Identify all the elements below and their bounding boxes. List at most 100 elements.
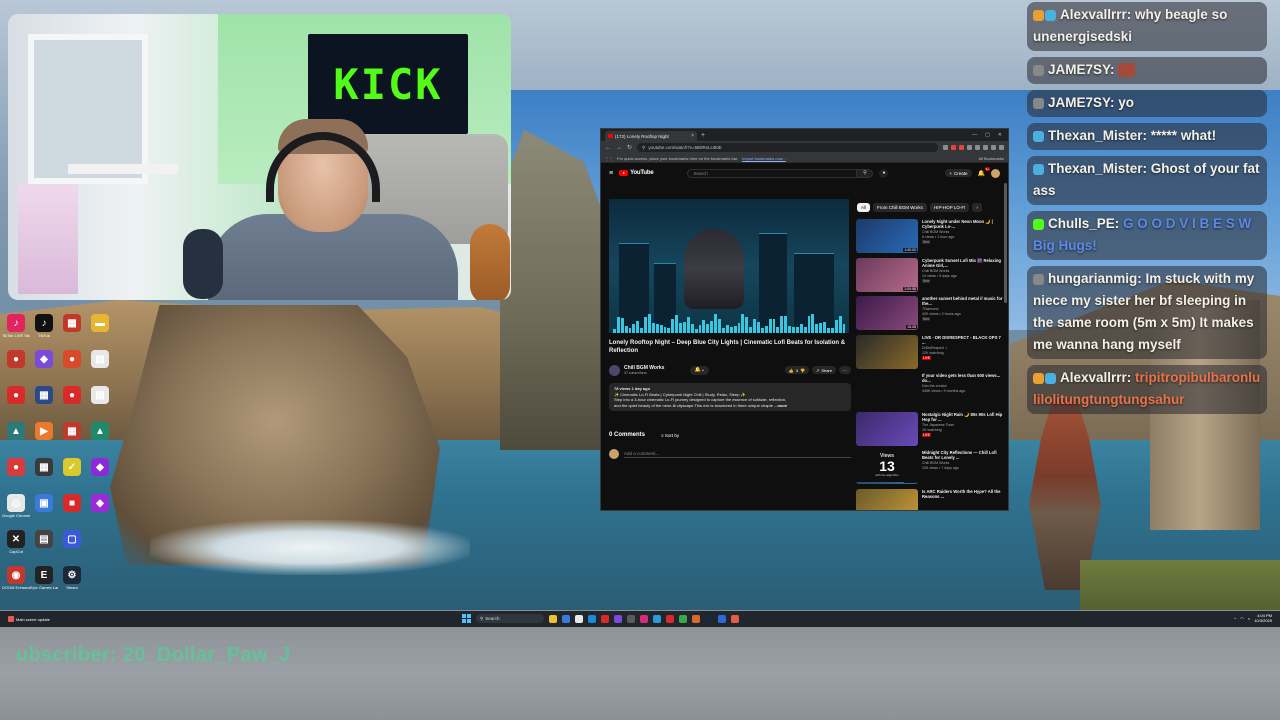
desktop-icon[interactable]: ▣ (30, 492, 58, 528)
taskbar-app-icon[interactable] (627, 614, 635, 623)
desktop-icon[interactable]: ▦ (58, 312, 86, 348)
clock[interactable]: 4:04 PM 10/3/2025 (1254, 613, 1272, 623)
recommendation-item[interactable]: 1:00:00 Lonely Night under Neon Moon 🌙 | … (856, 219, 1004, 258)
sort-by-button[interactable]: ≡ Sort by (661, 433, 679, 438)
desktop-icon[interactable]: ✓ (58, 456, 86, 492)
taskbar-app-icon[interactable] (718, 614, 726, 623)
extension-icon[interactable] (975, 145, 980, 150)
taskbar-app-icon[interactable] (692, 614, 700, 623)
extension-icon[interactable] (983, 145, 988, 150)
taskbar-app-icon[interactable] (705, 614, 713, 623)
desktop-icon[interactable]: ◆ (30, 348, 58, 384)
desktop-icon[interactable]: ▲ (2, 420, 30, 456)
taskbar-app-icon[interactable] (588, 614, 596, 623)
description-box[interactable]: 78 views 1 day ago ✨ Cinematic Lo-Fi Bea… (609, 383, 851, 411)
desktop-icon[interactable]: ⚙ Steam (58, 564, 86, 600)
taskbar-app-icon[interactable] (562, 614, 570, 623)
taskbar-app-icon[interactable] (640, 614, 648, 623)
filter-chip[interactable]: All (857, 203, 871, 212)
recommendation-item[interactable]: Is ARC Raiders Worth the Hype? All the R… (856, 488, 1004, 510)
like-button[interactable]: 👍 3 👎 (784, 366, 809, 374)
taskbar-app-icon[interactable] (601, 614, 609, 623)
recommendation-thumbnail[interactable]: 15:08 (856, 296, 918, 330)
views-thumbnail[interactable]: Views 13 with the algorithm (856, 448, 918, 482)
desktop-icon[interactable]: ■ (58, 492, 86, 528)
recommendation-thumbnail[interactable] (856, 334, 918, 369)
desktop-icon[interactable]: ● (2, 384, 30, 420)
apps-icon[interactable]: ⋮⋮ (605, 156, 613, 161)
window-close-icon[interactable]: ✕ (998, 132, 1002, 138)
add-comment-input[interactable]: Add a comment... (624, 451, 851, 458)
video-player[interactable] (609, 199, 849, 333)
desktop-icon[interactable]: ♪ TikTok (30, 312, 58, 348)
description-more-link[interactable]: ...more (774, 403, 787, 408)
desktop-icon[interactable]: ◎ Google Chrome (2, 492, 30, 528)
desktop-icon[interactable]: ▤ (86, 384, 114, 420)
recommendation-thumbnail[interactable] (856, 411, 918, 446)
profile-icon[interactable] (991, 145, 996, 150)
taskbar-app-icon[interactable] (549, 614, 557, 623)
recommendation-item[interactable]: 7:20If your video gets less than 500 vie… (856, 373, 1004, 412)
filter-chip[interactable]: From Chill BGM Works (873, 203, 927, 212)
desktop-icon[interactable]: ✕ CapCut (2, 528, 30, 564)
desktop-icon[interactable]: ♪TikTok LIVE Studio (2, 312, 30, 348)
volume-icon[interactable]: ◖ (1248, 616, 1250, 621)
filter-chip[interactable]: HIP-HOP LO-FI (929, 203, 970, 212)
desktop-icon[interactable]: ▢ (58, 528, 86, 564)
widgets-button[interactable]: Main scene update (8, 616, 50, 622)
notifications-icon[interactable]: 🔔 9+ (978, 166, 990, 177)
chevron-right-icon[interactable]: › (972, 203, 982, 212)
youtube-logo[interactable]: YouTube (619, 170, 654, 176)
desktop-icon[interactable]: ▬ (86, 312, 114, 348)
reload-icon[interactable]: ↻ (627, 144, 632, 151)
maximize-icon[interactable]: ▢ (985, 132, 990, 138)
recommendation-thumbnail[interactable]: 1:00:00 (856, 219, 918, 253)
extension-icon[interactable] (959, 145, 964, 150)
thumbs-down-icon[interactable]: 👎 (800, 368, 805, 373)
desktop-icon[interactable]: ▤ (86, 348, 114, 384)
recommendation-item[interactable]: 2:00:58 Cyberpunk Sunset Lofi Mix 🌆 Relax… (856, 257, 1004, 297)
recommendation-thumbnail[interactable] (856, 488, 918, 510)
menu-icon[interactable] (999, 145, 1004, 150)
start-icon[interactable] (462, 614, 471, 623)
forward-icon[interactable]: → (616, 145, 622, 151)
taskbar-app-icon[interactable] (679, 614, 687, 623)
extension-icon[interactable] (943, 145, 948, 150)
desktop-icon[interactable]: ▤ (30, 528, 58, 564)
youtube-search-input[interactable]: Search (687, 168, 858, 178)
desktop-icon[interactable]: EEpic Games Launcher (30, 564, 58, 600)
site-info-icon[interactable]: ⚲ (642, 145, 645, 151)
all-bookmarks-button[interactable]: All Bookmarks (978, 156, 1004, 161)
wifi-icon[interactable]: ◠ (1240, 616, 1244, 621)
desktop-icon[interactable]: ▶ (30, 420, 58, 456)
tab-youtube[interactable]: (172) Lonely Rooftop Night × (605, 131, 697, 141)
extension-icon[interactable] (967, 145, 972, 150)
back-icon[interactable]: ← (605, 145, 611, 151)
subscribe-bell-button[interactable]: 🔔 ⌄ (690, 365, 709, 375)
taskbar-search[interactable]: ⚲ Search (476, 614, 544, 623)
recommendation-item[interactable]: LIVE - DR DISRESPECT - BLACK OPS 7 ... Dr… (856, 334, 1004, 374)
desktop-icon[interactable]: ▦ (30, 456, 58, 492)
hamburger-menu-icon[interactable]: ≡ (609, 170, 613, 177)
desktop-icon[interactable]: ▦ (58, 420, 86, 456)
scrollbar[interactable] (1004, 183, 1007, 303)
taskbar-app-icon[interactable] (666, 614, 674, 623)
close-icon[interactable]: × (691, 133, 694, 139)
recommendation-item[interactable]: 15:08 another sunset behind metal // musi… (856, 296, 1004, 335)
url-field[interactable]: ⚲ youtube.com/watch?v=5B0RsLU50E (637, 143, 938, 152)
desktop-icon[interactable]: ● (58, 348, 86, 384)
more-actions-button[interactable]: ⋯ (839, 366, 851, 374)
taskbar-app-icon[interactable] (731, 614, 739, 623)
taskbar-app-icon[interactable] (614, 614, 622, 623)
new-tab-icon[interactable]: + (701, 132, 705, 139)
account-avatar[interactable] (991, 168, 1000, 178)
taskbar-app-icon[interactable] (575, 614, 583, 623)
recommendation-item[interactable]: Nostalgic Night Rain 🌙 80s 90s Lofi Hip … (856, 411, 1004, 451)
import-bookmarks-link[interactable]: Import bookmarks now... (742, 156, 786, 161)
recommendation-thumbnail[interactable]: 2:00:58 (856, 257, 918, 292)
taskbar-app-icon[interactable] (653, 614, 661, 623)
create-button[interactable]: + Create (945, 169, 972, 177)
channel-avatar[interactable] (609, 364, 620, 376)
search-icon[interactable]: ⚲ (857, 168, 874, 178)
minimize-icon[interactable]: — (972, 132, 977, 138)
